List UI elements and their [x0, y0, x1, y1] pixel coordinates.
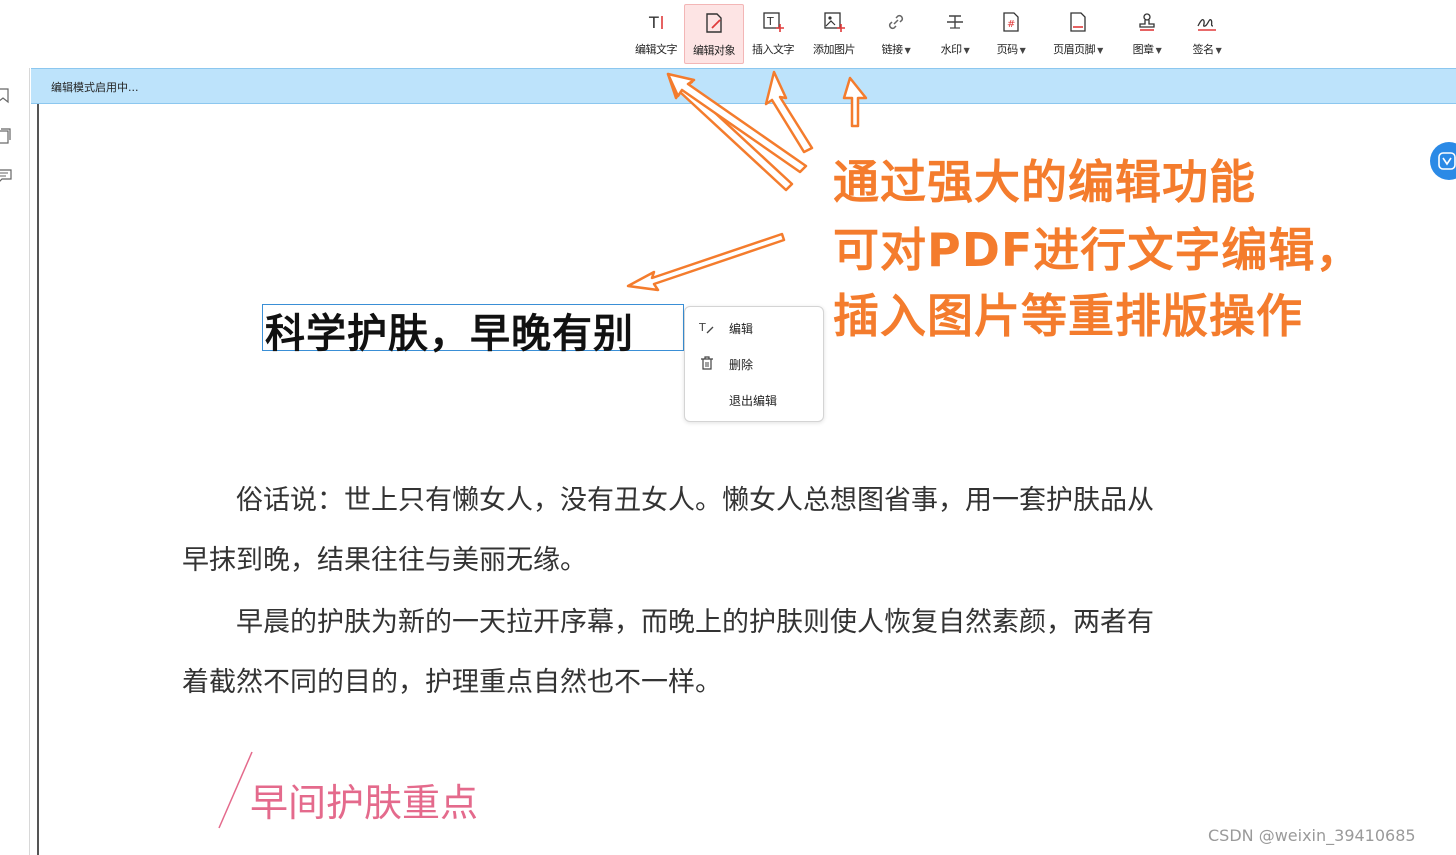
tool-add-image-label: 添加图片: [813, 43, 856, 56]
edit-mode-status: 编辑模式启用中...: [51, 81, 139, 94]
svg-text:T: T: [766, 15, 774, 28]
tool-stamp[interactable]: 图章 ▼: [1117, 4, 1177, 64]
tool-page-number-label: 页码: [996, 43, 1019, 56]
signature-icon: [1197, 18, 1216, 31]
comment-icon[interactable]: [0, 168, 12, 184]
annotation-line: 插入图片等重排版操作: [833, 289, 1303, 343]
context-menu-edit[interactable]: T 编辑: [685, 313, 825, 343]
context-menu: T 编辑 删除 退出编辑: [684, 306, 824, 422]
tool-edit-text-label: 编辑文字: [635, 43, 678, 56]
edit-icon: T: [699, 321, 714, 334]
tool-signature-label: 签名: [1192, 43, 1215, 56]
chevron-down-icon: ▼: [1019, 46, 1026, 55]
svg-text:T: T: [648, 13, 659, 32]
chevron-down-icon: ▼: [1215, 46, 1222, 55]
tool-edit-object[interactable]: 编辑对象: [684, 4, 744, 64]
bookmark-icon[interactable]: [0, 88, 12, 104]
context-menu-exit-edit[interactable]: 退出编辑: [685, 385, 825, 415]
toolbar: T 编辑文字 编辑对象 T 插入文字 添加图片 链接 ▼ 水印 ▼ # 页码 ▼ 页眉…: [0, 0, 1456, 68]
edit-mode-bar: 编辑模式启用中...: [31, 68, 1456, 104]
tool-watermark[interactable]: 水印 ▼: [925, 4, 985, 64]
watermark-icon: [947, 15, 963, 29]
context-menu-edit-label: 编辑: [729, 322, 754, 336]
context-menu-delete-label: 删除: [729, 358, 754, 372]
paragraph-line: 早晨的护肤为新的一天拉开序幕，而晚上的护肤则使人恢复自然素颜，两者有: [182, 607, 1154, 638]
header-footer-icon: [1070, 12, 1086, 32]
paragraph-line: 着截然不同的目的，护理重点自然也不一样。: [182, 667, 722, 698]
tool-header-footer[interactable]: 页眉页脚 ▼: [1044, 4, 1112, 64]
tool-link[interactable]: 链接 ▼: [866, 4, 926, 64]
link-icon: [888, 14, 904, 30]
context-menu-exit-edit-label: 退出编辑: [729, 394, 778, 408]
paragraph-line: 早抹到晚，结果往往与美丽无缘。: [182, 545, 587, 576]
tool-header-footer-label: 页眉页脚: [1053, 43, 1096, 56]
tool-edit-text[interactable]: T 编辑文字: [626, 4, 686, 64]
tool-page-number[interactable]: # 页码 ▼: [981, 4, 1041, 64]
svg-text:T: T: [699, 321, 706, 334]
tool-stamp-label: 图章: [1132, 43, 1155, 56]
context-menu-delete[interactable]: 删除: [685, 349, 825, 379]
chevron-down-icon: ▼: [1155, 46, 1162, 55]
chevron-down-icon: ▼: [1097, 46, 1103, 55]
annotation-line: 通过强大的编辑功能: [833, 155, 1256, 209]
svg-text:#: #: [1007, 19, 1015, 30]
watermark-text: CSDN @weixin_39410685: [1208, 826, 1416, 845]
tool-link-label: 链接: [881, 43, 904, 56]
chevron-down-icon: ▼: [904, 46, 911, 55]
section-heading: 早间护肤重点: [250, 781, 479, 825]
trash-icon: [701, 356, 713, 370]
document-title[interactable]: 科学护肤，早晚有别: [265, 301, 634, 359]
stamp-icon: [1139, 13, 1155, 31]
add-image-icon: [824, 12, 845, 32]
paragraph-line: 俗话说：世上只有懒女人，没有丑女人。懒女人总想图省事，用一套护肤品从: [182, 485, 1154, 516]
pages-icon[interactable]: [0, 128, 12, 144]
edit-object-icon: [706, 13, 722, 33]
tool-edit-object-label: 编辑对象: [693, 44, 736, 57]
translate-icon: [1438, 152, 1456, 170]
insert-text-icon: T: [763, 12, 784, 32]
edit-text-icon: T: [648, 13, 663, 32]
left-rail: [0, 68, 30, 855]
tool-insert-text[interactable]: T 插入文字: [743, 4, 803, 64]
tool-insert-text-label: 插入文字: [752, 43, 795, 56]
section-slash-decoration: [218, 751, 253, 829]
page-number-icon: #: [1003, 12, 1019, 32]
annotation-line: 可对PDF进行文字编辑，: [833, 223, 1363, 277]
tool-signature[interactable]: 签名 ▼: [1177, 4, 1237, 64]
tool-watermark-label: 水印: [940, 43, 963, 56]
chevron-down-icon: ▼: [963, 46, 970, 55]
tool-add-image[interactable]: 添加图片: [804, 4, 864, 64]
